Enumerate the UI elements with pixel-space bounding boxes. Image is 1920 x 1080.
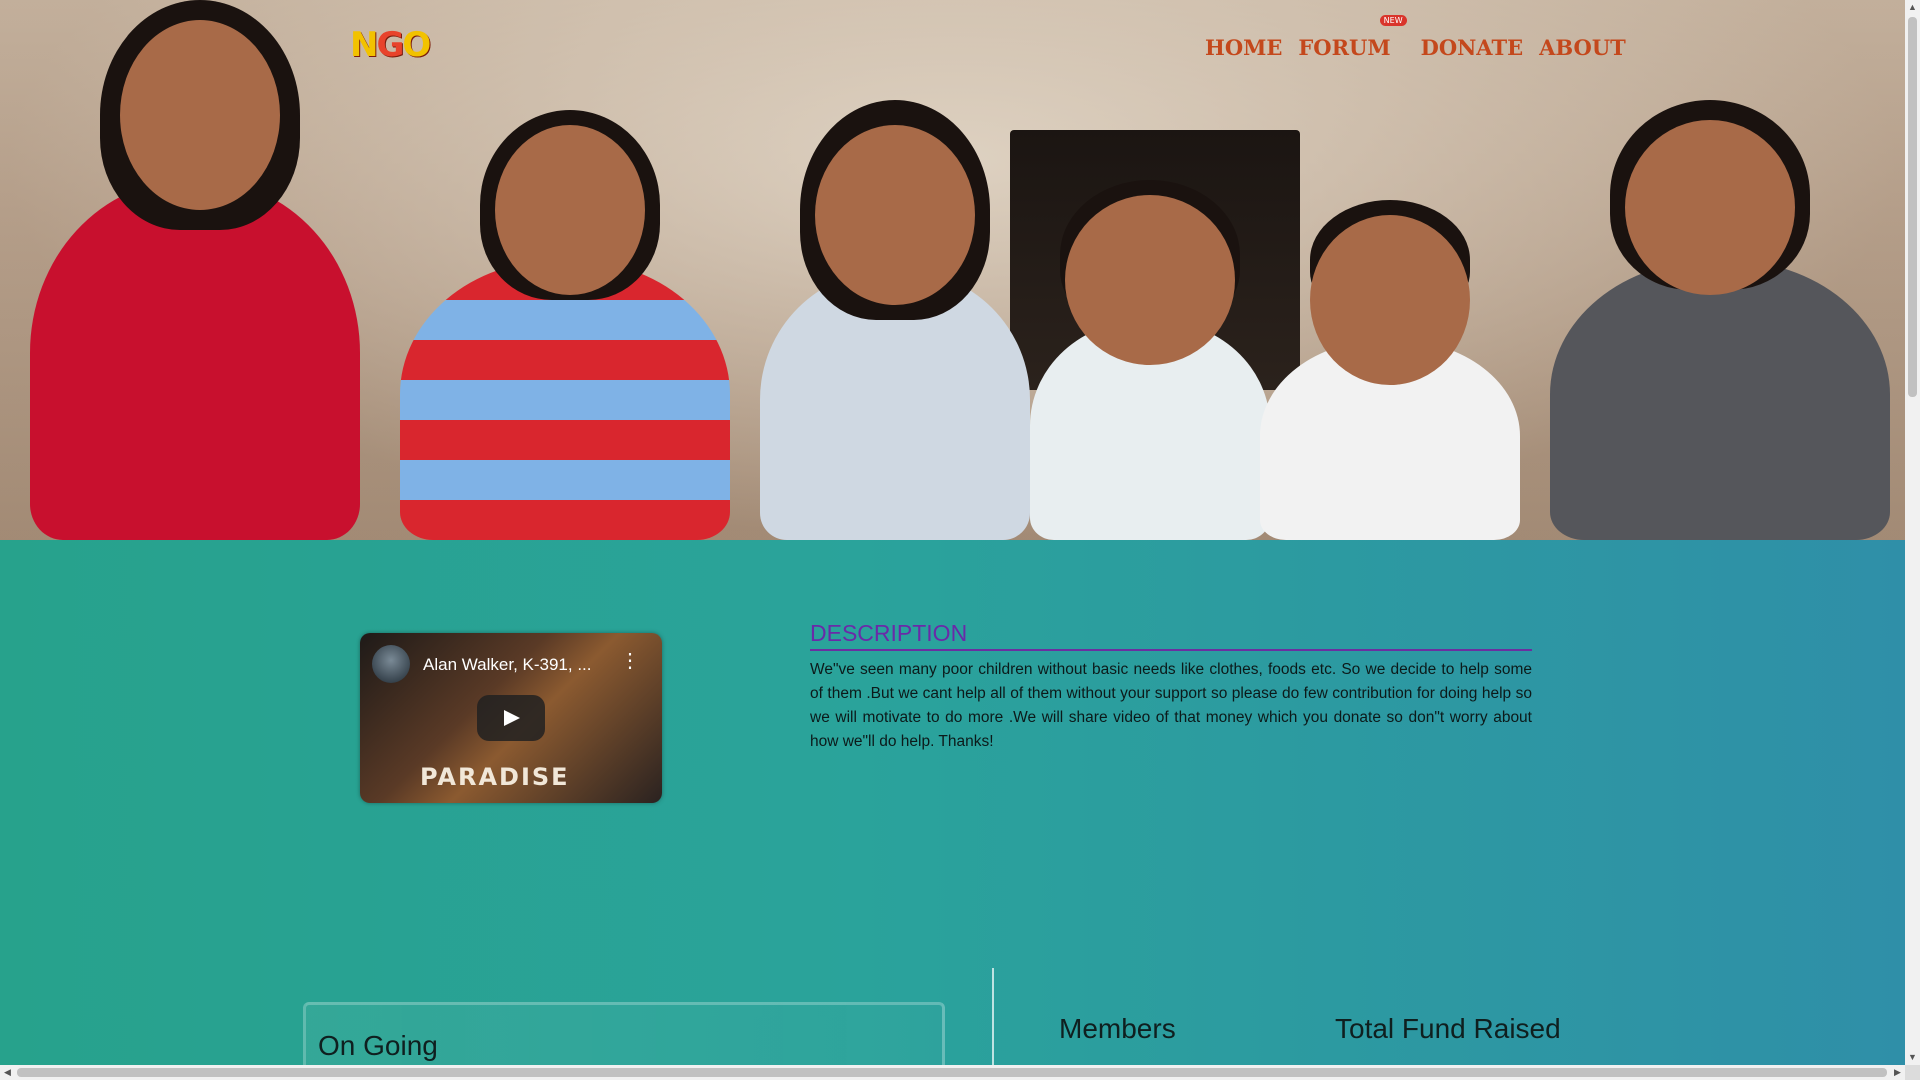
child-figure — [30, 0, 360, 540]
nav-home[interactable]: HOME — [1205, 35, 1282, 60]
ongoing-panel: On Going — [303, 1002, 945, 1065]
horizontal-scrollbar[interactable]: ◀ ▶ — [0, 1065, 1905, 1080]
ongoing-heading: On Going — [318, 1030, 438, 1061]
total-fund-heading: Total Fund Raised — [1335, 1013, 1561, 1044]
scroll-left-icon[interactable]: ◀ — [0, 1065, 15, 1080]
horizontal-scroll-thumb[interactable] — [17, 1068, 1887, 1077]
page: NGO HOME FORUM NEW DONATE ABOUT Alan Wal… — [0, 0, 1905, 1065]
new-badge: NEW — [1379, 14, 1407, 26]
scroll-down-icon[interactable]: ▼ — [1905, 1050, 1920, 1065]
nav-about[interactable]: ABOUT — [1539, 35, 1626, 60]
child-figure — [760, 100, 1030, 540]
child-figure — [400, 110, 730, 540]
play-button[interactable] — [477, 695, 545, 741]
more-options-icon[interactable]: ⋮ — [620, 651, 640, 671]
child-figure — [1030, 180, 1270, 540]
scroll-up-icon[interactable]: ▲ — [1905, 0, 1920, 15]
ngo-logo[interactable]: NGO — [350, 24, 440, 66]
description-heading: DESCRIPTION — [810, 620, 1532, 651]
child-figure — [1260, 200, 1520, 540]
hero-banner: NGO HOME FORUM NEW DONATE ABOUT — [0, 0, 1905, 540]
nav-donate[interactable]: DONATE — [1421, 35, 1523, 60]
nav-forum[interactable]: FORUM NEW — [1298, 14, 1407, 60]
channel-avatar-icon[interactable] — [372, 645, 410, 683]
members-heading: Members — [1059, 1013, 1176, 1044]
vertical-scroll-thumb[interactable] — [1908, 17, 1917, 397]
section-divider — [992, 968, 994, 1065]
video-embed[interactable]: Alan Walker, K-391, ... ⋮ PARADISE — [360, 633, 662, 803]
description-text: We"ve seen many poor children without ba… — [810, 661, 1532, 750]
main-nav: HOME FORUM NEW DONATE ABOUT — [1205, 14, 1626, 62]
video-title[interactable]: Alan Walker, K-391, ... — [423, 655, 592, 675]
scrollbar-corner — [1905, 1065, 1920, 1080]
nav-forum-label: FORUM — [1298, 34, 1391, 60]
scroll-right-icon[interactable]: ▶ — [1890, 1065, 1905, 1080]
vertical-scrollbar[interactable]: ▲ ▼ — [1905, 0, 1920, 1065]
child-figure — [1550, 100, 1890, 540]
video-thumbnail-text: PARADISE — [420, 763, 570, 791]
